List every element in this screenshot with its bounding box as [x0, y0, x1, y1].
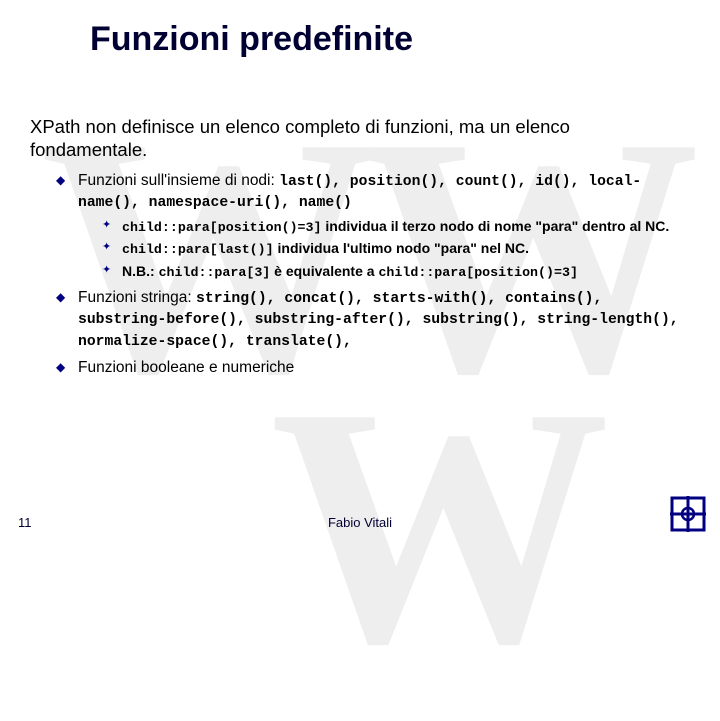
subbullet-1-3: N.B.: child::para[3] è equivalente a chi…: [102, 262, 690, 282]
logo-icon: [668, 494, 708, 534]
subbullet-1-2-text: individua l'ultimo nodo "para" nel NC.: [274, 240, 529, 256]
slide-content: Funzioni predefinite XPath non definisce…: [0, 0, 720, 378]
subbullet-1-2: child::para[last()] individua l'ultimo n…: [102, 239, 690, 259]
subbullet-1-1: child::para[position()=3] individua il t…: [102, 217, 690, 237]
watermark-bottom: W: [270, 330, 610, 721]
bullet-2: Funzioni stringa: string(), concat(), st…: [56, 288, 690, 351]
subbullet-1-1-text: individua il terzo nodo di nome "para" d…: [322, 218, 670, 234]
intro-text: XPath non definisce un elenco completo d…: [30, 115, 690, 161]
subbullet-1-2-code: child::para[last()]: [122, 242, 274, 257]
slide-title: Funzioni predefinite: [90, 20, 690, 59]
page-number: 11: [18, 515, 32, 530]
bullet-3-pre: Funzioni booleane e numeriche: [78, 359, 294, 376]
subbullet-1-3-code2: child::para[position()=3]: [378, 265, 578, 280]
bullet-1-pre: Funzioni sull'insieme di nodi:: [78, 172, 279, 189]
bullet-2-pre: Funzioni stringa:: [78, 289, 196, 306]
subbullet-1-1-code: child::para[position()=3]: [122, 220, 322, 235]
subbullet-1-3-pre: N.B.:: [122, 263, 159, 279]
subbullet-1-3-code1: child::para[3]: [159, 265, 271, 280]
author-name: Fabio Vitali: [328, 515, 392, 530]
bullet-3: Funzioni booleane e numeriche: [56, 358, 690, 378]
bullet-1: Funzioni sull'insieme di nodi: last(), p…: [56, 171, 690, 213]
subbullet-1-3-text: è equivalente a: [270, 263, 378, 279]
